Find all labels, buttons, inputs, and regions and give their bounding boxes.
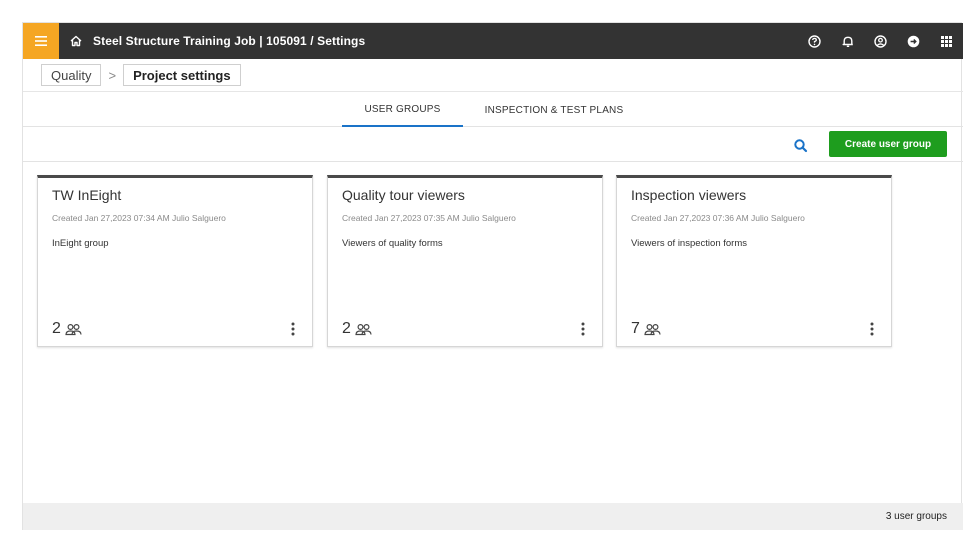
card-meta: Created Jan 27,2023 07:35 AM Julio Salgu… (342, 213, 516, 223)
home-button[interactable] (59, 23, 93, 59)
member-count: 2 (52, 320, 82, 338)
card-description: Viewers of quality forms (342, 238, 443, 249)
notifications-button[interactable] (831, 23, 864, 59)
card-description: Viewers of inspection forms (631, 238, 747, 249)
status-bar: 3 user groups (23, 503, 963, 530)
users-icon (65, 323, 82, 335)
user-group-card[interactable]: Quality tour viewers Created Jan 27,2023… (327, 175, 603, 347)
users-icon (644, 323, 661, 335)
toolbar: Create user group (23, 128, 963, 162)
breadcrumb: Quality > Project settings (23, 59, 963, 92)
create-user-group-button[interactable]: Create user group (829, 131, 947, 157)
header-actions (798, 23, 963, 59)
more-options-button[interactable] (286, 320, 300, 338)
card-meta: Created Jan 27,2023 07:36 AM Julio Salgu… (631, 213, 805, 223)
user-icon (874, 34, 887, 48)
card-title: Inspection viewers (631, 187, 747, 203)
menu-icon (35, 36, 47, 46)
search-icon (794, 139, 808, 153)
member-count-value: 7 (631, 320, 640, 337)
logout-button[interactable] (897, 23, 930, 59)
chevron-right-icon: > (108, 67, 117, 83)
menu-button[interactable] (23, 23, 59, 59)
help-icon (808, 34, 821, 48)
help-button[interactable] (798, 23, 831, 59)
page-title: Steel Structure Training Job | 105091 / … (93, 34, 366, 48)
app-frame: Steel Structure Training Job | 105091 / … (22, 22, 963, 530)
bell-icon (842, 36, 853, 47)
user-group-count: 3 user groups (885, 511, 947, 522)
apps-icon (941, 35, 952, 47)
top-bar: Steel Structure Training Job | 105091 / … (23, 23, 963, 59)
breadcrumb-project-settings[interactable]: Project settings (123, 64, 241, 86)
user-group-card[interactable]: TW InEight Created Jan 27,2023 07:34 AM … (37, 175, 313, 347)
tab-inspection-test-plans[interactable]: INSPECTION & TEST PLANS (478, 93, 630, 127)
member-count-value: 2 (52, 320, 61, 337)
tab-bar: USER GROUPS INSPECTION & TEST PLANS (23, 93, 963, 127)
more-options-button[interactable] (865, 320, 879, 338)
member-count: 7 (631, 320, 661, 338)
breadcrumb-quality[interactable]: Quality (41, 64, 102, 86)
more-vertical-icon (581, 322, 585, 336)
tab-user-groups[interactable]: USER GROUPS (342, 93, 463, 127)
more-vertical-icon (291, 322, 295, 336)
apps-button[interactable] (930, 23, 963, 59)
profile-button[interactable] (864, 23, 897, 59)
user-group-card[interactable]: Inspection viewers Created Jan 27,2023 0… (616, 175, 892, 347)
more-options-button[interactable] (576, 320, 590, 338)
card-meta: Created Jan 27,2023 07:34 AM Julio Salgu… (52, 213, 226, 223)
logout-icon (907, 35, 920, 47)
member-count-value: 2 (342, 320, 351, 337)
more-vertical-icon (870, 322, 874, 336)
home-icon (70, 35, 82, 47)
search-button[interactable] (791, 136, 811, 156)
users-icon (355, 323, 372, 335)
member-count: 2 (342, 320, 372, 338)
card-title: Quality tour viewers (342, 187, 465, 203)
card-description: InEight group (52, 238, 109, 249)
card-title: TW InEight (52, 187, 122, 203)
